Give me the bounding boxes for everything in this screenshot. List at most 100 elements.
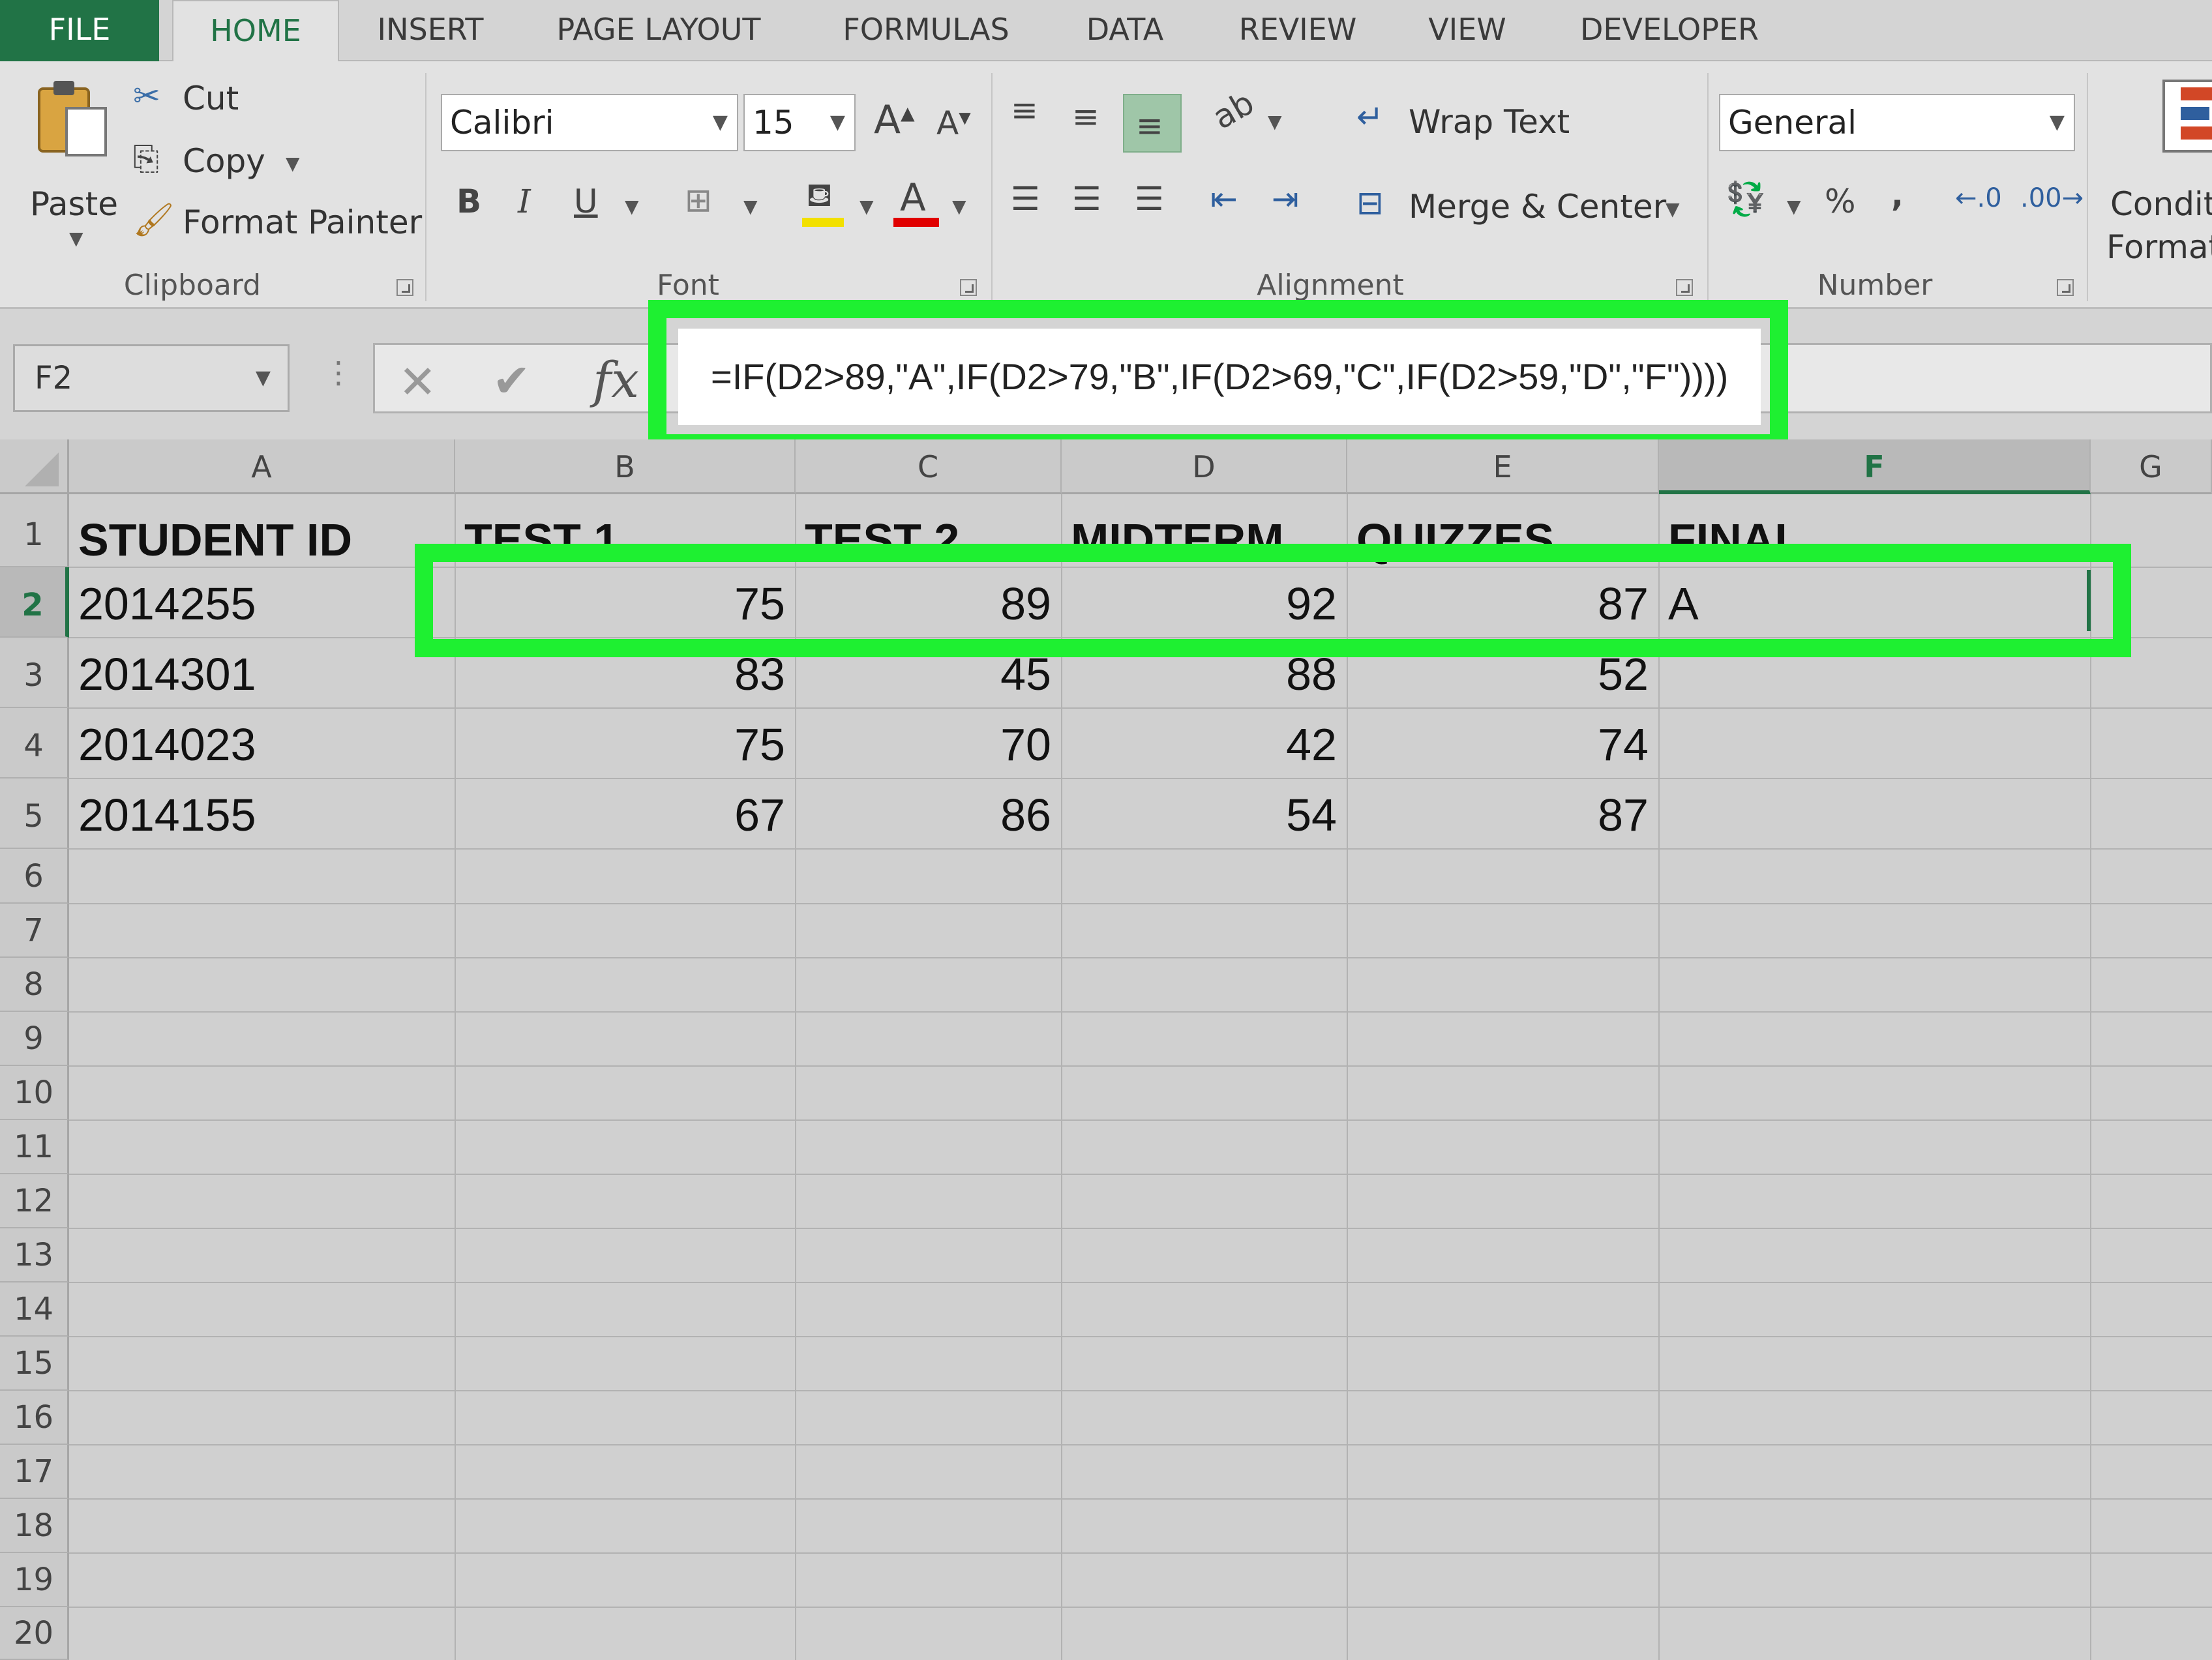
increase-font-icon[interactable]: A▲: [874, 100, 915, 140]
increase-decimal-icon[interactable]: ←.0: [1955, 185, 2002, 211]
orientation-dropdown-icon[interactable]: ▼: [1268, 111, 1282, 132]
data-cell[interactable]: 2014023: [69, 708, 454, 778]
confirm-entry-icon[interactable]: ✔: [492, 358, 531, 404]
tab-developer[interactable]: DEVELOPER: [1565, 0, 1774, 61]
data-cell[interactable]: 87: [1347, 778, 1658, 849]
column-header-e[interactable]: E: [1347, 439, 1659, 494]
merge-center-button[interactable]: ⊟ Merge & Center ▼: [1354, 179, 1693, 235]
row-header-6[interactable]: 6: [0, 849, 69, 904]
conditional-formatting-button[interactable]: Condit Format: [2100, 74, 2212, 270]
alignment-launcher-icon[interactable]: [1676, 279, 1693, 296]
row-header-1[interactable]: 1: [0, 494, 69, 567]
row-header-17[interactable]: 17: [0, 1445, 69, 1499]
decrease-font-icon[interactable]: A▼: [936, 107, 971, 140]
row-header-19[interactable]: 19: [0, 1553, 69, 1607]
name-box[interactable]: F2 ▼: [13, 344, 290, 412]
data-cell[interactable]: 86: [796, 778, 1060, 849]
copy-dropdown-icon[interactable]: ▼: [286, 153, 300, 174]
number-launcher-icon[interactable]: [2057, 279, 2074, 296]
data-cell[interactable]: 2014255: [69, 567, 454, 638]
number-format-select[interactable]: General ▼: [1719, 94, 2075, 151]
row-header-7[interactable]: 7: [0, 904, 69, 958]
row-header-14[interactable]: 14: [0, 1282, 69, 1337]
decrease-indent-icon[interactable]: ⇤: [1210, 183, 1238, 215]
tab-file[interactable]: FILE: [0, 0, 159, 61]
data-cell[interactable]: 74: [1347, 708, 1658, 778]
paste-dropdown-icon[interactable]: ▼: [69, 228, 83, 249]
font-name-select[interactable]: Calibri ▼: [441, 94, 738, 151]
data-cell[interactable]: 2014301: [69, 638, 454, 708]
font-size-select[interactable]: 15 ▼: [743, 94, 856, 151]
italic-icon[interactable]: I: [518, 185, 531, 218]
font-color-button[interactable]: A: [893, 179, 939, 228]
cut-button[interactable]: ✂ Cut: [130, 76, 261, 123]
data-cell[interactable]: 2014155: [69, 778, 454, 849]
insert-function-icon[interactable]: fx: [593, 355, 639, 405]
increase-indent-icon[interactable]: ⇥: [1272, 183, 1299, 215]
percent-icon[interactable]: %: [1825, 185, 1856, 218]
borders-icon[interactable]: ⊞: [685, 184, 712, 216]
header-cell-student-id[interactable]: STUDENT ID: [69, 494, 454, 567]
tab-view[interactable]: VIEW: [1422, 0, 1513, 61]
accounting-dropdown-icon[interactable]: ▼: [1787, 196, 1801, 217]
data-cell[interactable]: 42: [1062, 708, 1346, 778]
row-header-13[interactable]: 13: [0, 1228, 69, 1282]
align-middle-icon[interactable]: ≡: [1072, 100, 1099, 133]
tab-page-layout[interactable]: PAGE LAYOUT: [541, 0, 776, 61]
column-header-g[interactable]: G: [2091, 439, 2212, 494]
fill-color-dropdown-icon[interactable]: ▼: [859, 196, 874, 217]
tab-formulas[interactable]: FORMULAS: [828, 0, 1024, 61]
data-cell[interactable]: 54: [1062, 778, 1346, 849]
underline-dropdown-icon[interactable]: ▼: [625, 196, 639, 217]
orientation-icon[interactable]: ab: [1206, 83, 1261, 136]
row-header-10[interactable]: 10: [0, 1066, 69, 1120]
tab-review[interactable]: REVIEW: [1226, 0, 1369, 61]
align-top-icon[interactable]: ≡: [1011, 94, 1038, 126]
paste-button[interactable]: Paste ▼: [13, 74, 124, 250]
underline-icon[interactable]: U: [574, 185, 598, 218]
data-cell[interactable]: 70: [796, 708, 1060, 778]
data-cell[interactable]: [1659, 708, 2089, 778]
row-header-8[interactable]: 8: [0, 958, 69, 1012]
copy-button[interactable]: ⎘ Copy ▼: [130, 138, 320, 185]
data-cell[interactable]: 67: [455, 778, 794, 849]
wrap-text-button[interactable]: ↵ Wrap Text: [1354, 94, 1576, 150]
align-right-icon[interactable]: ☰: [1135, 183, 1164, 215]
clipboard-launcher-icon[interactable]: [396, 279, 413, 296]
bold-icon[interactable]: B: [456, 185, 481, 218]
fill-color-button[interactable]: ⛾: [802, 179, 848, 228]
row-header-12[interactable]: 12: [0, 1174, 69, 1228]
data-cell[interactable]: 75: [455, 708, 794, 778]
row-header-3[interactable]: 3: [0, 638, 69, 708]
row-header-16[interactable]: 16: [0, 1391, 69, 1445]
tab-data[interactable]: DATA: [1076, 0, 1174, 61]
font-color-dropdown-icon[interactable]: ▼: [952, 196, 966, 217]
row-header-5[interactable]: 5: [0, 778, 69, 849]
row-header-11[interactable]: 11: [0, 1120, 69, 1174]
tab-home[interactable]: HOME: [172, 0, 339, 63]
column-header-f[interactable]: F: [1659, 439, 2091, 494]
font-launcher-icon[interactable]: [960, 279, 977, 296]
row-header-9[interactable]: 9: [0, 1012, 69, 1066]
align-left-icon[interactable]: ☰: [1011, 183, 1040, 215]
cancel-entry-icon[interactable]: ✕: [398, 359, 437, 405]
row-header-15[interactable]: 15: [0, 1337, 69, 1391]
row-header-18[interactable]: 18: [0, 1499, 69, 1553]
comma-style-icon[interactable]: ,: [1891, 179, 1904, 211]
data-cell[interactable]: [1659, 778, 2089, 849]
column-header-c[interactable]: C: [796, 439, 1062, 494]
row-header-4[interactable]: 4: [0, 708, 69, 778]
more-options-icon[interactable]: ⋮: [323, 357, 353, 387]
column-header-a[interactable]: A: [69, 439, 455, 494]
align-center-icon[interactable]: ☰: [1072, 183, 1101, 215]
column-header-d[interactable]: D: [1062, 439, 1347, 494]
tab-insert[interactable]: INSERT: [372, 0, 489, 61]
select-all-button[interactable]: [0, 439, 69, 494]
borders-dropdown-icon[interactable]: ▼: [743, 196, 758, 217]
row-header-20[interactable]: 20: [0, 1607, 69, 1660]
align-bottom-button[interactable]: ≡: [1123, 94, 1182, 153]
accounting-format-icon[interactable]: 💱: [1726, 183, 1766, 215]
row-header-2[interactable]: 2: [0, 567, 69, 638]
decrease-decimal-icon[interactable]: .00→: [2020, 185, 2084, 211]
format-painter-button[interactable]: 🖌 Format Painter: [130, 200, 422, 246]
